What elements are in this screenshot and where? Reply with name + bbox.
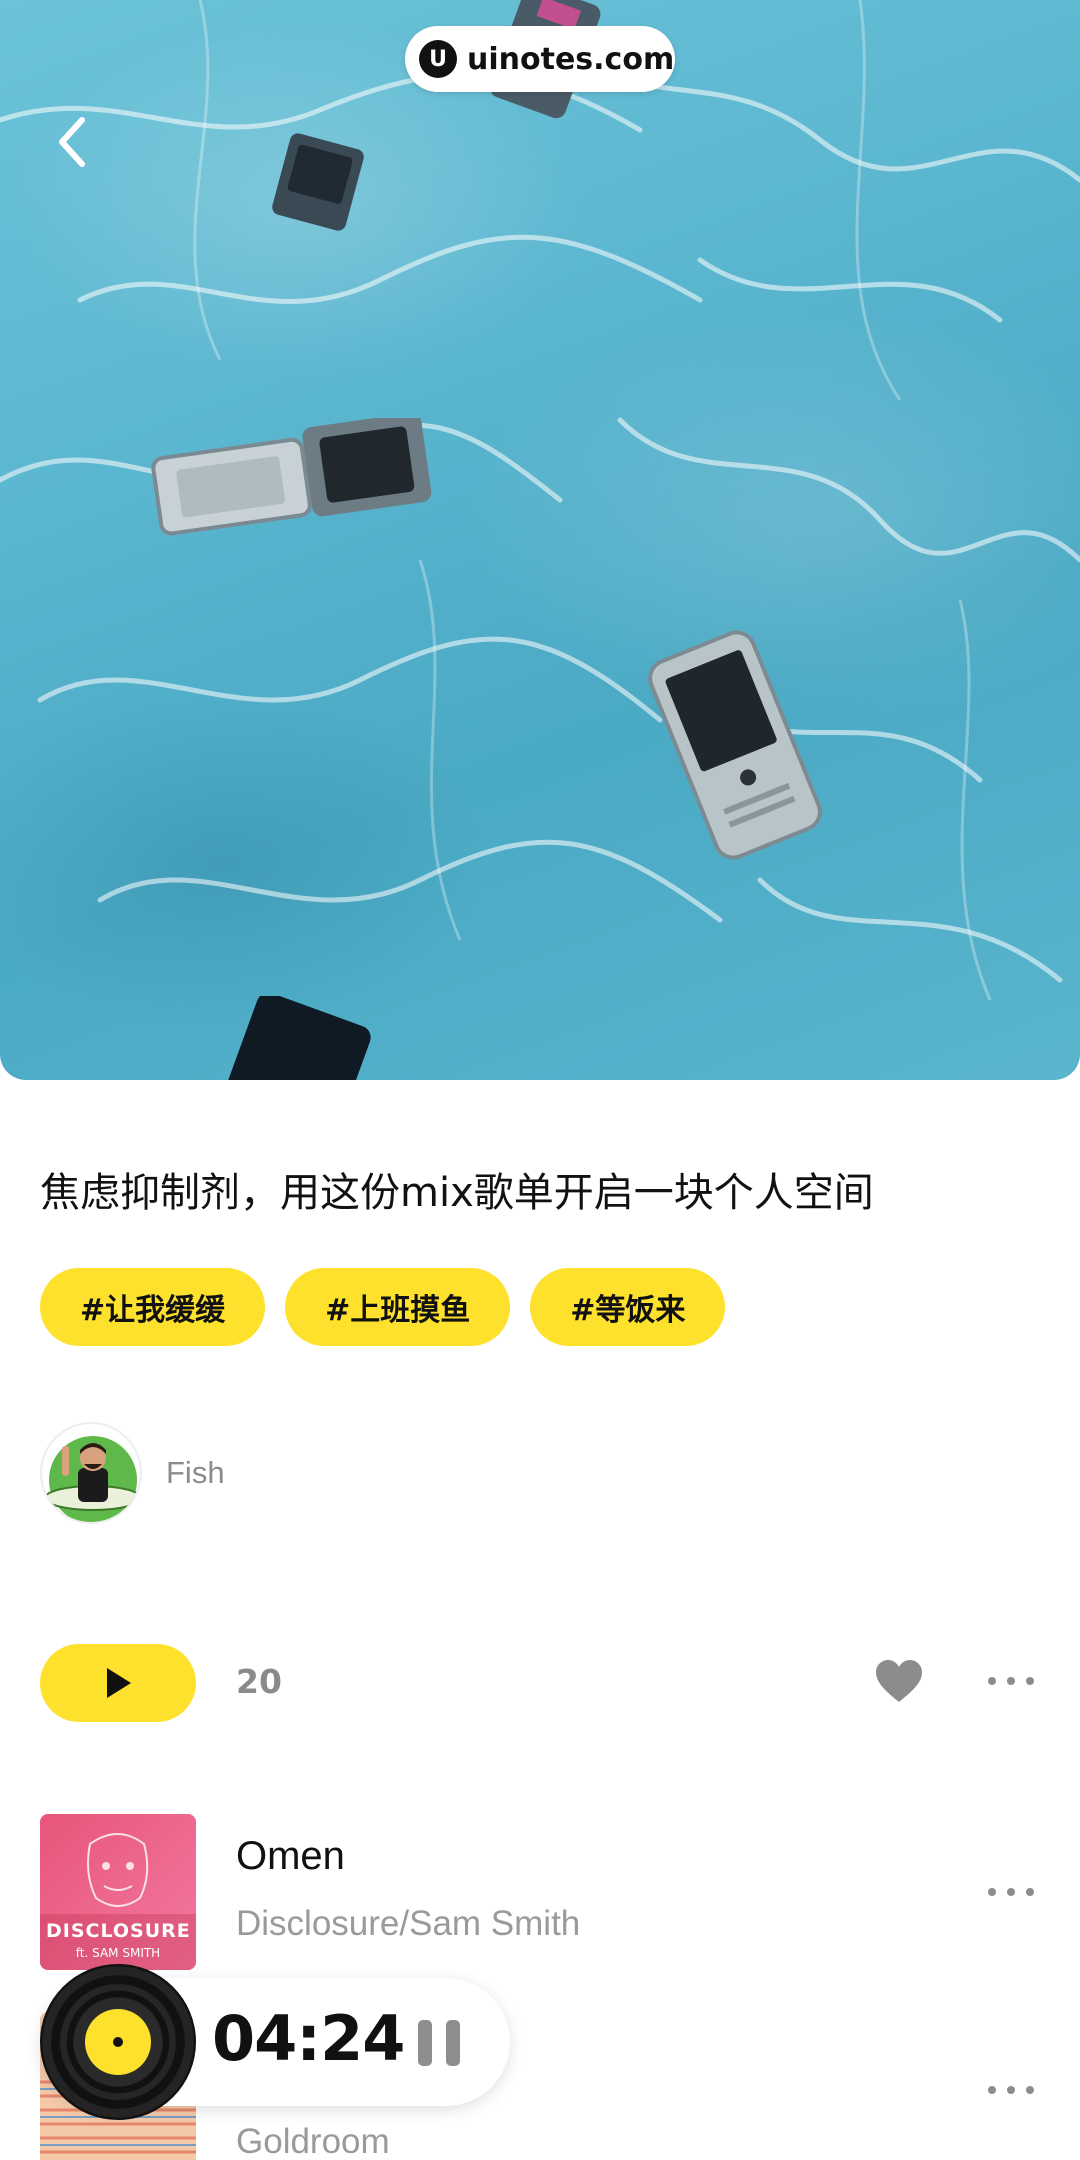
play-icon [107,1668,131,1698]
tag-chip[interactable]: #让我缓缓 [40,1268,266,1346]
watermark-badge: U uinotes.com [405,26,675,92]
tag-list: #让我缓缓 #上班摸鱼 #等饭来 [40,1268,726,1346]
watermark-logo: U [419,40,457,78]
author-name[interactable]: Fish [166,1455,225,1491]
track-more-icon[interactable] [988,1886,1034,1898]
phone-5 [227,996,371,1080]
album-cover: DISCLOSURE ft. SAM SMITH [40,1814,196,1970]
phone-4 [648,630,822,860]
play-all-button[interactable] [40,1644,196,1722]
water-caustics [0,0,1080,1001]
album-cover-subtext: ft. SAM SMITH [75,1946,161,1960]
author-row[interactable]: Fish [40,1422,225,1524]
pause-icon[interactable] [418,2020,460,2066]
track-more-icon[interactable] [988,2084,1034,2096]
playlist-title: 焦虑抑制剂，用这份mix歌单开启一块个人空间 [40,1170,874,1216]
player-timer: 04:24 [212,2002,405,2075]
phone-3 [151,418,432,536]
heart-icon[interactable] [874,1658,924,1704]
avatar[interactable] [40,1422,142,1524]
track-artist: Goldroom [236,2122,390,2160]
album-cover-text: DISCLOSURE [46,1920,191,1942]
vinyl-label [85,2009,151,2075]
phone-1 [272,133,364,231]
track-artist: Disclosure/Sam Smith [236,1904,581,1943]
tag-chip[interactable]: #上班摸鱼 [285,1268,511,1346]
more-icon[interactable] [988,1675,1034,1687]
vinyl-hole [113,2037,123,2047]
watermark-text: uinotes.com [467,41,675,77]
avatar-illustration [44,1436,140,1522]
track-title: Omen [236,1834,345,1878]
track-row[interactable]: DISCLOSURE ft. SAM SMITH Omen Disclosure… [40,1814,1040,1972]
vinyl-icon[interactable] [40,1964,196,2120]
hero-image: U uinotes.com [0,0,1080,1080]
back-arrow-icon[interactable] [50,112,94,172]
tag-chip[interactable]: #等饭来 [530,1268,726,1346]
track-count: 20 [236,1662,282,1701]
